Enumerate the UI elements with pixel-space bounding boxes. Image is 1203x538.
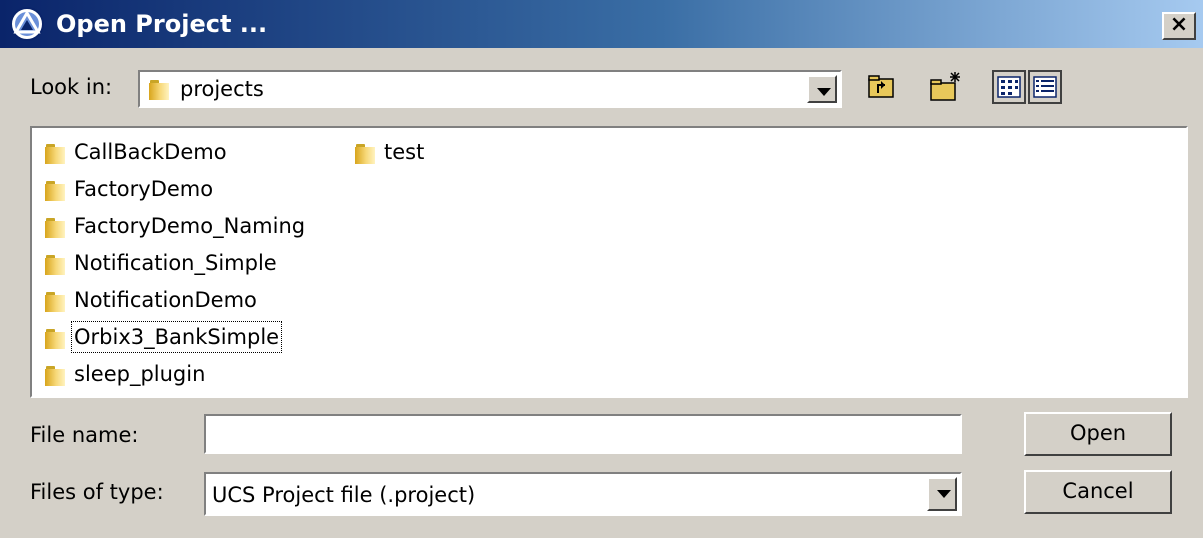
file-name: FactoryDemo	[74, 177, 214, 201]
close-icon: ×	[1169, 12, 1189, 37]
file-name: test	[384, 140, 425, 164]
new-folder-icon[interactable]	[928, 70, 962, 104]
folder-icon	[44, 364, 66, 386]
look-in-dropdown-button[interactable]	[807, 75, 837, 103]
title-bar[interactable]: Open Project ... ×	[0, 0, 1203, 48]
file-name: NotificationDemo	[74, 288, 257, 312]
folder-up-icon[interactable]	[865, 70, 899, 104]
folder-icon	[44, 253, 66, 275]
folder-icon	[44, 290, 66, 312]
folder-icon	[354, 142, 376, 164]
file-type-combo[interactable]: UCS Project file (.project)	[204, 472, 962, 516]
look-in-label: Look in:	[30, 75, 113, 99]
look-in-value: projects	[180, 77, 264, 101]
file-name-input[interactable]	[204, 414, 962, 454]
file-type-label: Files of type:	[30, 480, 164, 504]
folder-icon	[44, 179, 66, 201]
app-logo-icon	[10, 7, 44, 41]
folder-icon	[148, 78, 170, 100]
file-name-label: File name:	[30, 423, 139, 447]
details-view-icon[interactable]	[1028, 70, 1062, 104]
file-name: CallBackDemo	[74, 140, 227, 164]
folder-icon	[44, 216, 66, 238]
look-in-combo[interactable]: projects	[138, 70, 842, 108]
file-type-dropdown-button[interactable]	[927, 477, 957, 511]
folder-icon	[44, 327, 66, 349]
file-name: FactoryDemo_Naming	[74, 214, 306, 238]
window-title: Open Project ...	[56, 10, 268, 38]
file-list[interactable]: CallBackDemo FactoryDemo FactoryDemo_Nam…	[30, 126, 1188, 398]
file-name: Orbix3_BankSimple	[70, 321, 283, 353]
folder-icon	[44, 142, 66, 164]
open-button[interactable]: Open	[1024, 412, 1172, 456]
list-view-icon[interactable]	[992, 70, 1026, 104]
close-button[interactable]: ×	[1162, 12, 1196, 40]
file-name: Notification_Simple	[74, 251, 277, 275]
file-type-value: UCS Project file (.project)	[212, 483, 476, 507]
cancel-button[interactable]: Cancel	[1024, 470, 1172, 514]
file-name: sleep_plugin	[74, 362, 206, 386]
